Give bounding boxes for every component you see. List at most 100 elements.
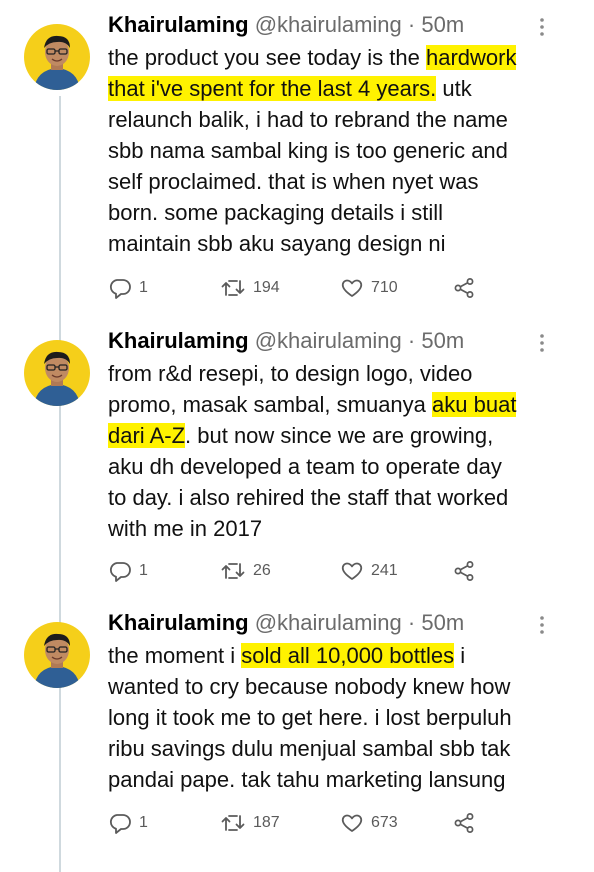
text-run: sbb nama sambal king is too generic and — [108, 138, 508, 163]
tweet-line: to day. i also rehired the staff that wo… — [108, 482, 568, 513]
text-run: . but now since we are growing, — [185, 423, 494, 448]
tweet-line: the moment i sold all 10,000 bottles i — [108, 640, 568, 671]
share-button[interactable] — [452, 810, 476, 836]
reply-icon — [109, 814, 131, 834]
highlighted-text: hardwork — [425, 45, 517, 70]
action-bar: 1 187 673 — [108, 810, 488, 836]
reply-button[interactable]: 1 — [108, 275, 148, 301]
tweet-line: ribu savings dulu menjual sambal sbb tak — [108, 733, 568, 764]
tweet-text: the product you see today is the hardwor… — [108, 42, 568, 259]
tweet-line: sbb nama sambal king is too generic and — [108, 135, 568, 166]
user-handle[interactable]: @khairulaming — [255, 328, 402, 353]
action-bar: 1 194 710 — [108, 275, 488, 301]
heart-icon — [341, 562, 363, 580]
separator-dot: · — [407, 610, 416, 635]
tweet-line: with me in 2017 — [108, 513, 568, 544]
separator-dot: · — [407, 328, 416, 353]
reply-icon — [109, 562, 131, 582]
retweet-icon — [221, 815, 245, 831]
text-run: born. some packaging details i still — [108, 200, 444, 225]
like-button[interactable]: 241 — [340, 558, 398, 584]
display-name[interactable]: Khairulaming — [108, 12, 249, 37]
avatar[interactable] — [24, 24, 90, 90]
tweet-line: born. some packaging details i still — [108, 197, 568, 228]
reply-count: 1 — [139, 814, 148, 831]
tweet-line: from r&d resepi, to design logo, video — [108, 358, 568, 389]
tweet-line: relaunch balik, i had to rebrand the nam… — [108, 104, 568, 135]
heart-icon — [341, 279, 363, 297]
reply-button[interactable]: 1 — [108, 558, 148, 584]
tweet-line: promo, masak sambal, smuanya aku buat — [108, 389, 568, 420]
tweet-header: Khairulaming @khairulaming · 50m — [108, 326, 564, 356]
text-run: to day. i also rehired the staff that wo… — [108, 485, 509, 510]
retweet-count: 194 — [253, 279, 280, 296]
like-count: 710 — [371, 279, 398, 296]
more-options-icon[interactable] — [536, 332, 548, 354]
text-run: with me in 2017 — [108, 516, 263, 541]
tweet-text: the moment i sold all 10,000 bottles i w… — [108, 640, 568, 795]
highlighted-text: aku buat — [432, 392, 517, 417]
share-icon — [454, 278, 474, 298]
timestamp[interactable]: 50m — [421, 610, 464, 635]
text-run: ribu savings dulu menjual sambal sbb tak — [108, 736, 511, 761]
text-run: relaunch balik, i had to rebrand the nam… — [108, 107, 508, 132]
avatar[interactable] — [24, 622, 90, 688]
like-button[interactable]: 710 — [340, 275, 398, 301]
text-run: maintain sbb aku sayang design ni — [108, 231, 446, 256]
tweet-line: maintain sbb aku sayang design ni — [108, 228, 568, 259]
reply-icon — [109, 279, 131, 299]
separator-dot: · — [407, 12, 416, 37]
text-run: utk — [436, 76, 472, 101]
tweet-line: self proclaimed. that is when nyet was — [108, 166, 568, 197]
text-run: wanted to cry because nobody knew how — [108, 674, 511, 699]
heart-icon — [341, 814, 363, 832]
thread-connector-line — [59, 96, 61, 872]
tweet-header: Khairulaming @khairulaming · 50m — [108, 10, 564, 40]
reply-button[interactable]: 1 — [108, 810, 148, 836]
text-run: aku dh developed a team to operate day — [108, 454, 502, 479]
user-handle[interactable]: @khairulaming — [255, 610, 402, 635]
display-name[interactable]: Khairulaming — [108, 328, 249, 353]
text-run: the moment i — [108, 643, 242, 668]
retweet-icon — [221, 563, 245, 579]
tweet-line: pandai pape. tak tahu marketing lansung — [108, 764, 568, 795]
share-icon — [454, 813, 474, 833]
text-run: promo, masak sambal, smuanya — [108, 392, 433, 417]
share-button[interactable] — [452, 275, 476, 301]
like-count: 241 — [371, 562, 398, 579]
more-options-icon[interactable] — [536, 614, 548, 636]
retweet-count: 26 — [253, 562, 271, 579]
highlighted-text: that i've spent for the last 4 years. — [108, 76, 437, 101]
reply-count: 1 — [139, 562, 148, 579]
display-name[interactable]: Khairulaming — [108, 610, 249, 635]
tweet-line: dari A-Z. but now since we are growing, — [108, 420, 568, 451]
text-run: long it took me to get here. i lost berp… — [108, 705, 512, 730]
tweet-line: wanted to cry because nobody knew how — [108, 671, 568, 702]
avatar[interactable] — [24, 340, 90, 406]
retweet-button[interactable]: 187 — [220, 810, 280, 836]
text-run: i — [454, 643, 466, 668]
share-button[interactable] — [452, 558, 476, 584]
timestamp[interactable]: 50m — [421, 12, 464, 37]
highlighted-text: sold all 10,000 bottles — [241, 643, 455, 668]
like-count: 673 — [371, 814, 398, 831]
retweet-count: 187 — [253, 814, 280, 831]
tweet-line: long it took me to get here. i lost berp… — [108, 702, 568, 733]
user-handle[interactable]: @khairulaming — [255, 12, 402, 37]
text-run: pandai pape. tak tahu marketing lansung — [108, 767, 506, 792]
tweet-line: aku dh developed a team to operate day — [108, 451, 568, 482]
action-bar: 1 26 241 — [108, 558, 488, 584]
retweet-button[interactable]: 194 — [220, 275, 280, 301]
share-icon — [454, 561, 474, 581]
text-run: self proclaimed. that is when nyet was — [108, 169, 479, 194]
tweet-line: that i've spent for the last 4 years. ut… — [108, 73, 568, 104]
text-run: the product you see today is the — [108, 45, 426, 70]
tweet-text: from r&d resepi, to design logo, video p… — [108, 358, 568, 544]
timestamp[interactable]: 50m — [421, 328, 464, 353]
highlighted-text: dari A-Z — [108, 423, 186, 448]
reply-count: 1 — [139, 279, 148, 296]
tweet-line: the product you see today is the hardwor… — [108, 42, 568, 73]
like-button[interactable]: 673 — [340, 810, 398, 836]
retweet-button[interactable]: 26 — [220, 558, 271, 584]
more-options-icon[interactable] — [536, 16, 548, 38]
